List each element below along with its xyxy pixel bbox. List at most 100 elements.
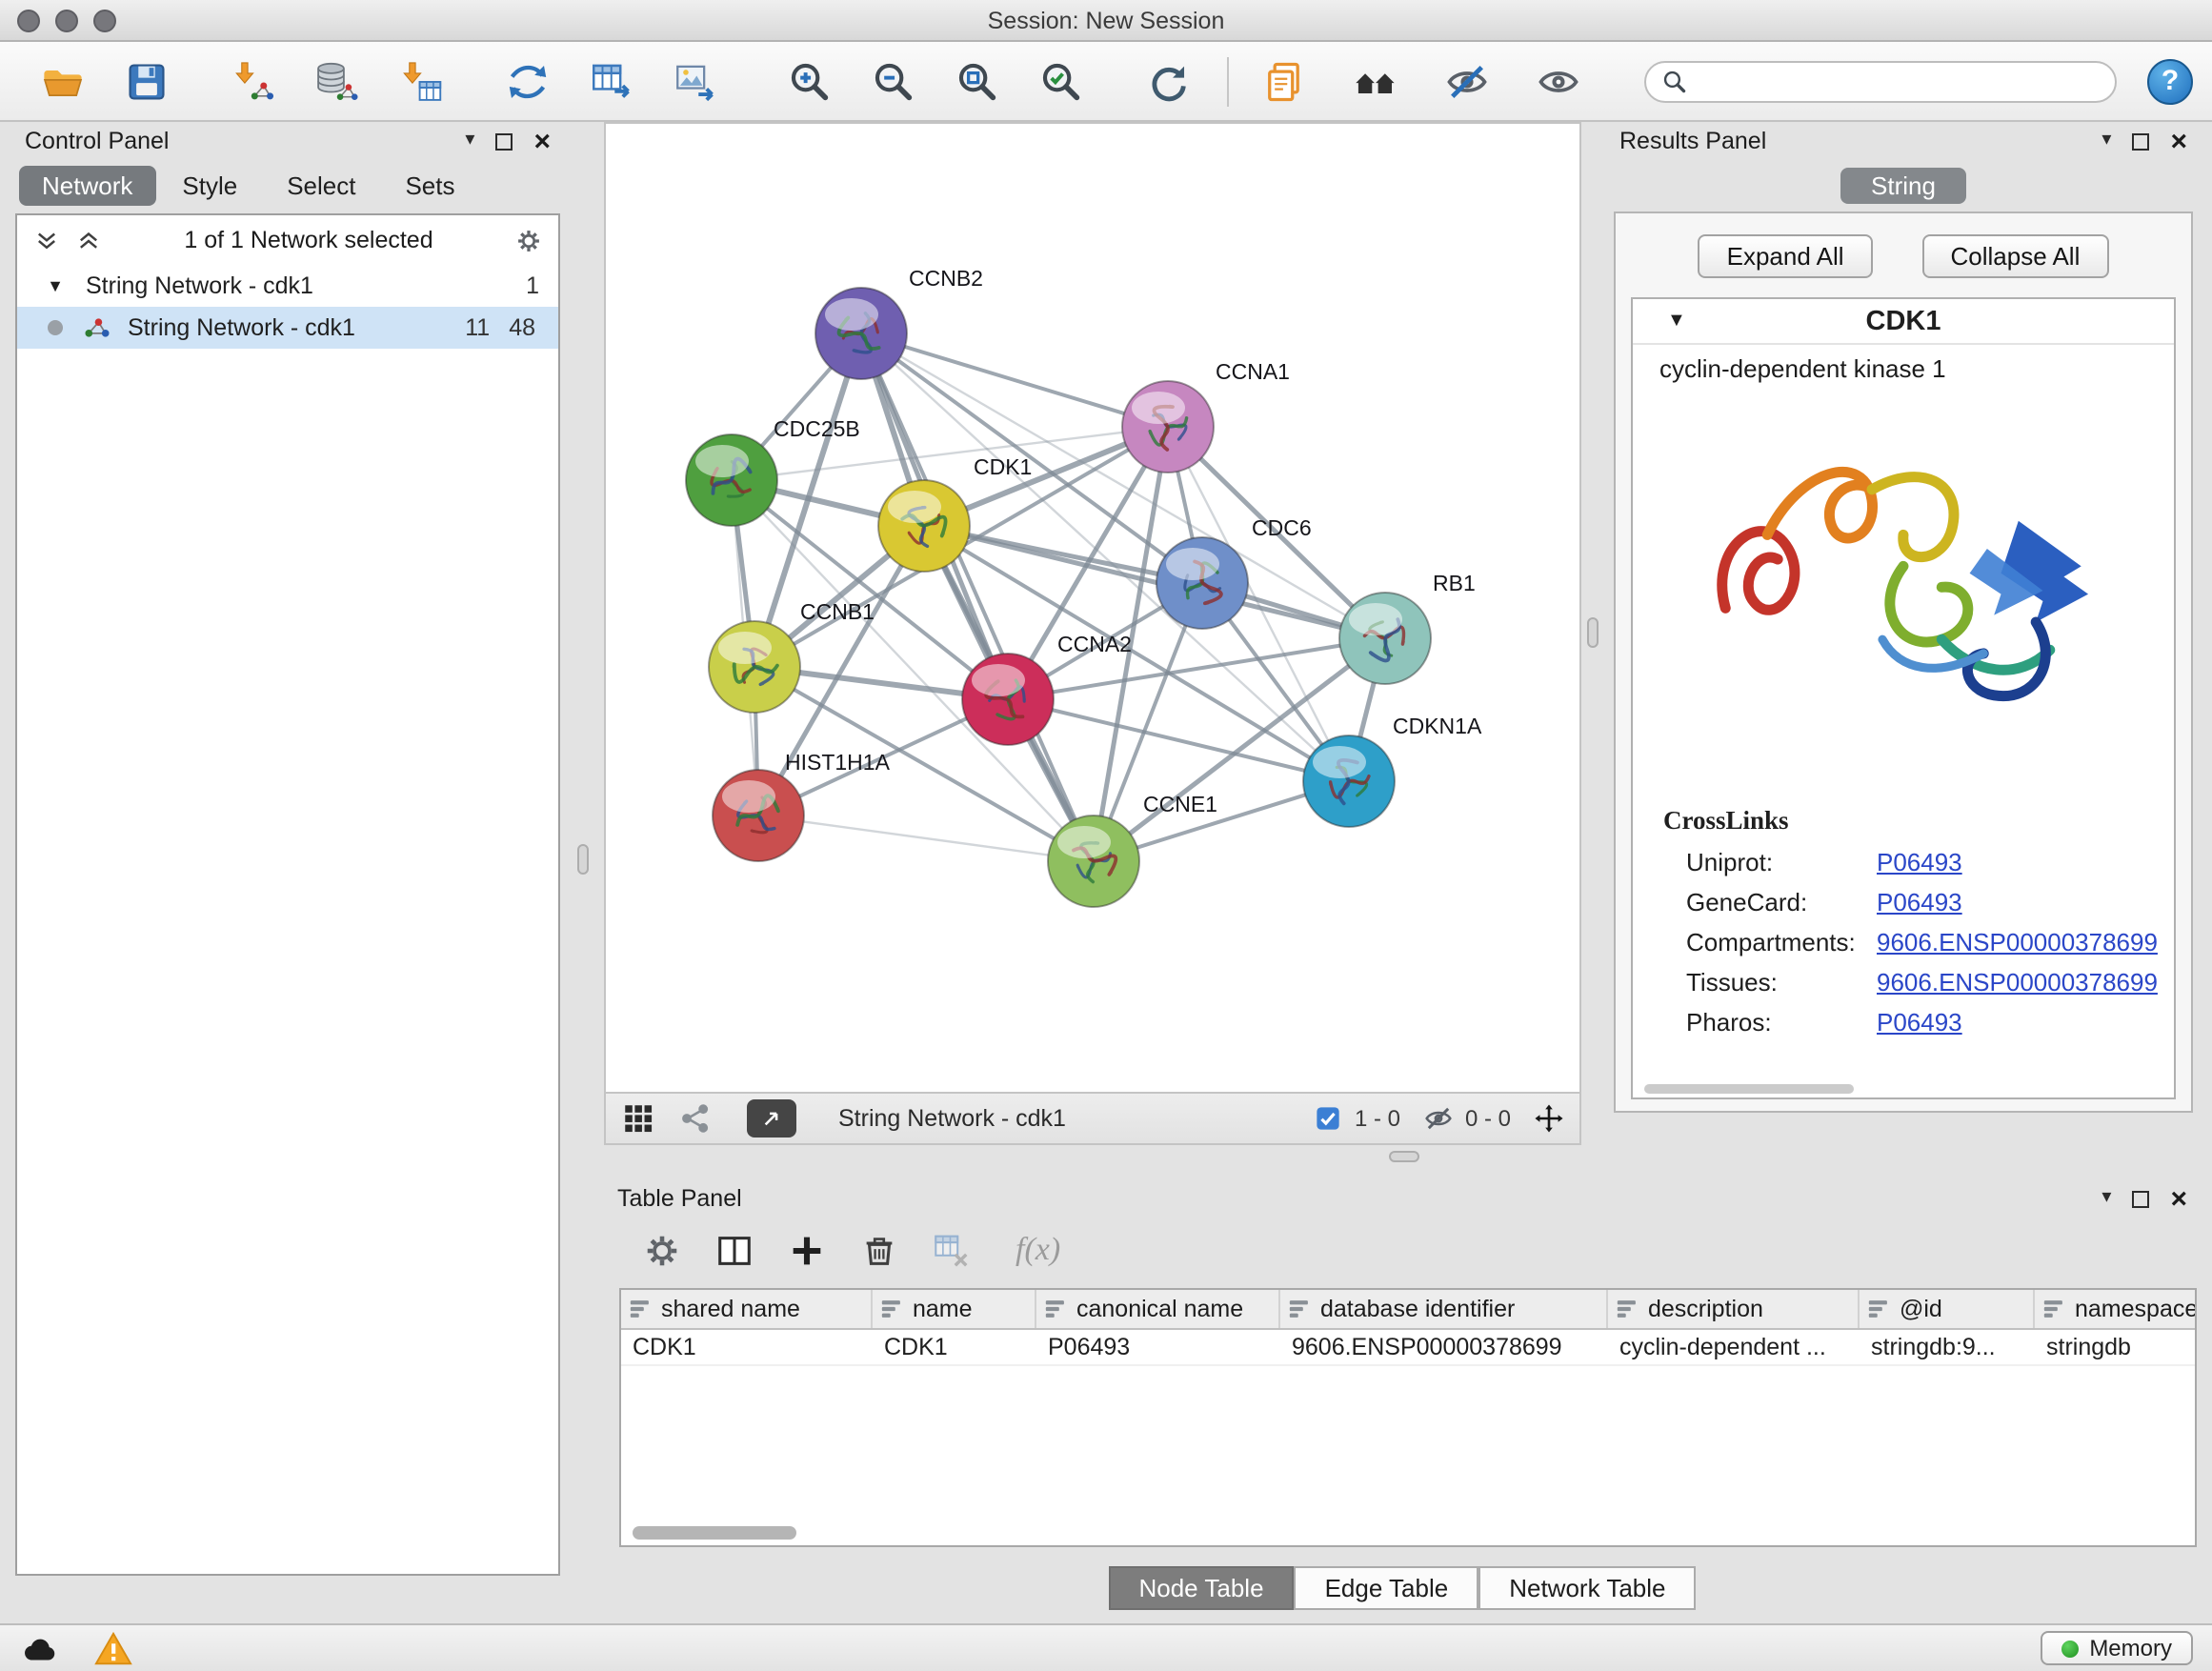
node-gloss-highlight (888, 491, 941, 523)
column-header-canonical-name[interactable]: canonical name (1036, 1290, 1280, 1328)
tab-sets[interactable]: Sets (382, 166, 477, 206)
network-row[interactable]: String Network - cdk1 11 48 (17, 307, 558, 349)
panel-float-icon[interactable] (2132, 1190, 2149, 1207)
panel-float-icon[interactable] (495, 132, 513, 150)
tree-expand-icon[interactable]: ▼ (40, 276, 70, 295)
network-node-cdk1[interactable] (878, 480, 970, 572)
left-splitter-handle[interactable] (577, 844, 589, 875)
network-collection-label: String Network - cdk1 (86, 272, 313, 299)
zoom-out-button[interactable] (865, 50, 922, 111)
network-view-canvas[interactable]: CCNB2CCNA1CDC25BCDK1CDC6RB1CCNB1CCNA2CDK… (604, 122, 1581, 1094)
network-node-ccnb1[interactable] (709, 621, 800, 713)
import-network-file-button[interactable] (225, 50, 282, 111)
application-window: Session: New Session ? Control Panel (0, 0, 2212, 1671)
panel-menu-icon[interactable]: ▾ (2101, 131, 2111, 151)
column-header-database-identifier[interactable]: database identifier (1280, 1290, 1608, 1328)
zoom-fit-button[interactable] (949, 50, 1006, 111)
import-network-icon (231, 58, 276, 104)
columns-icon[interactable] (714, 1230, 754, 1270)
panel-close-icon[interactable]: × (533, 127, 551, 155)
tab-edge-table[interactable]: Edge Table (1295, 1566, 1479, 1610)
crosslink-value-link[interactable]: P06493 (1877, 848, 1962, 876)
network-edge (861, 333, 1168, 427)
network-overview-button[interactable] (1347, 50, 1404, 111)
network-node-rb1[interactable] (1339, 593, 1431, 684)
add-column-icon[interactable] (787, 1230, 827, 1270)
network-node-cdkn1a[interactable] (1303, 735, 1395, 827)
crosslink-value-link[interactable]: P06493 (1877, 1008, 1962, 1037)
column-header-name[interactable]: name (873, 1290, 1036, 1328)
open-session-button[interactable] (34, 50, 91, 111)
cloud-icon[interactable] (19, 1628, 59, 1668)
expand-all-button[interactable]: Expand All (1699, 234, 1873, 278)
network-node-cdc25b[interactable] (686, 434, 777, 526)
hidden-eye-slash-icon[interactable] (1423, 1103, 1454, 1134)
column-header--id[interactable]: @id (1860, 1290, 2035, 1328)
grid-view-icon[interactable] (621, 1101, 655, 1136)
save-session-button[interactable] (118, 50, 175, 111)
memory-button[interactable]: Memory (2040, 1631, 2193, 1665)
warning-icon[interactable] (93, 1628, 133, 1668)
column-header-shared-name[interactable]: shared name (621, 1290, 873, 1328)
network-node-ccnb2[interactable] (815, 288, 907, 379)
zoom-in-button[interactable] (781, 50, 838, 111)
bottom-splitter-handle[interactable] (1389, 1151, 1419, 1162)
help-button[interactable]: ? (2147, 58, 2193, 104)
panel-close-icon[interactable]: × (2170, 1184, 2187, 1213)
tab-select[interactable]: Select (264, 166, 378, 206)
tab-network-table[interactable]: Network Table (1478, 1566, 1696, 1610)
search-box[interactable] (1644, 60, 2117, 102)
network-node-ccne1[interactable] (1048, 815, 1139, 907)
crosslink-label: Uniprot: (1686, 848, 1877, 876)
gear-icon[interactable] (642, 1230, 682, 1270)
hide-selected-button[interactable] (1438, 50, 1496, 111)
network-node-cdc6[interactable] (1156, 537, 1248, 629)
collapse-gene-icon[interactable]: ▼ (1667, 311, 1686, 332)
selected-checkbox-icon[interactable] (1313, 1103, 1343, 1134)
delete-column-icon[interactable] (859, 1230, 899, 1270)
column-header-namespace[interactable]: namespace (2035, 1290, 2197, 1328)
detach-view-button[interactable] (747, 1099, 796, 1137)
panel-menu-icon[interactable]: ▾ (465, 131, 474, 151)
column-header-description[interactable]: description (1608, 1290, 1860, 1328)
tab-network[interactable]: Network (19, 166, 155, 206)
show-graphics-button[interactable] (1530, 50, 1587, 111)
tab-style[interactable]: Style (159, 166, 260, 206)
move-crosshair-icon[interactable] (1534, 1103, 1564, 1134)
crosslink-row: Uniprot:P06493 (1633, 848, 2174, 876)
table-row[interactable]: CDK1CDK1P064939606.ENSP00000378699cyclin… (621, 1330, 2195, 1366)
import-table-file-button[interactable] (392, 50, 450, 111)
right-splitter-handle[interactable] (1587, 617, 1599, 648)
collapse-all-button[interactable]: Collapse All (1922, 234, 2109, 278)
panel-close-icon[interactable]: × (2170, 127, 2187, 155)
expand-all-icon[interactable] (32, 226, 61, 254)
export-table-button[interactable] (583, 50, 640, 111)
window-titlebar[interactable]: Session: New Session (0, 0, 2212, 42)
crosslink-value-link[interactable]: 9606.ENSP00000378699 (1877, 968, 2158, 997)
tab-node-table[interactable]: Node Table (1108, 1566, 1294, 1610)
export-image-button[interactable] (667, 50, 724, 111)
search-input[interactable] (1698, 66, 2100, 96)
crosslink-value-link[interactable]: 9606.ENSP00000378699 (1877, 928, 2158, 956)
panel-float-icon[interactable] (2132, 132, 2149, 150)
crosslink-value-link[interactable]: P06493 (1877, 888, 1962, 916)
network-node-hist1h1a[interactable] (713, 770, 804, 861)
network-share-icon[interactable] (678, 1101, 713, 1136)
collapse-all-icon[interactable] (74, 226, 103, 254)
import-network-database-button[interactable] (309, 50, 366, 111)
table-cell: CDK1 (621, 1330, 873, 1364)
results-scrollbar[interactable] (1644, 1084, 1854, 1094)
network-arrows-button[interactable] (499, 50, 556, 111)
network-node-ccna1[interactable] (1122, 381, 1214, 473)
table-horizontal-scrollbar[interactable] (633, 1526, 796, 1540)
refresh-layout-button[interactable] (1139, 50, 1196, 111)
copy-document-button[interactable] (1256, 50, 1313, 111)
panel-menu-icon[interactable]: ▾ (2101, 1189, 2111, 1208)
network-collection-row[interactable]: ▼ String Network - cdk1 1 (17, 265, 558, 307)
zoom-selected-button[interactable] (1033, 50, 1090, 111)
gene-header[interactable]: ▼ CDK1 (1633, 299, 2174, 345)
crosslinks-title: CrossLinks (1633, 806, 2174, 836)
network-node-ccna2[interactable] (962, 654, 1054, 745)
tab-string[interactable]: String (1840, 168, 1966, 204)
gear-icon[interactable] (514, 226, 543, 254)
